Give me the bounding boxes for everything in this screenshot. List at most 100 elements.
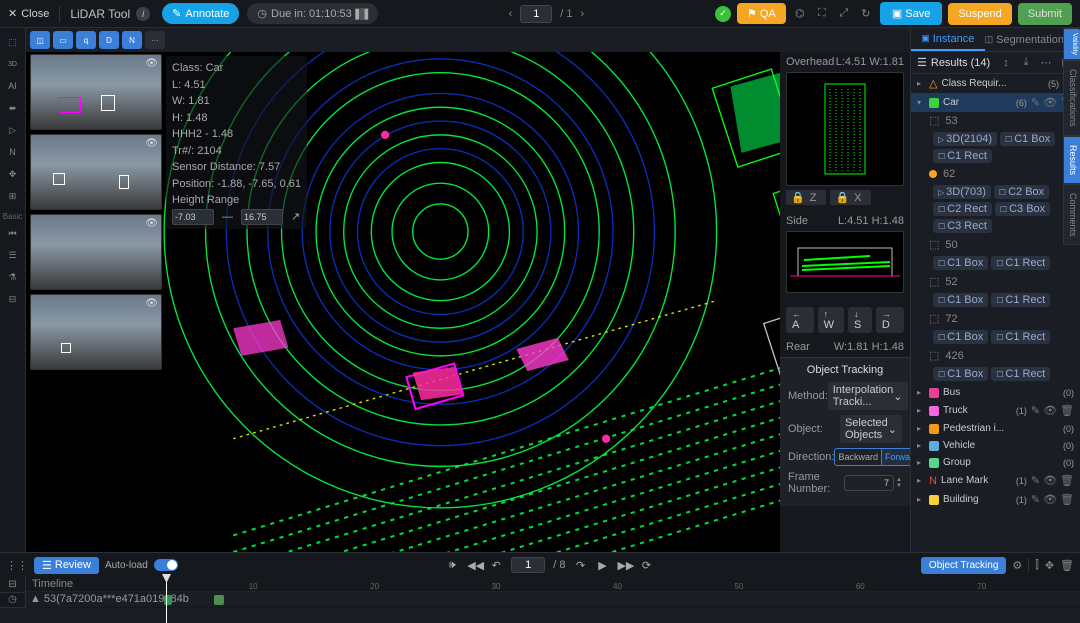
trash-icon[interactable]: 🗑 [1060,559,1074,572]
node-vehicle[interactable]: ▸Vehicle(0) [911,437,1080,454]
frame-input[interactable] [520,5,552,23]
delete-icon[interactable]: 🗑 [1060,474,1074,487]
node-truck[interactable]: ▸Truck(1)✎👁🗑 [911,401,1080,420]
grip-icon[interactable]: ⋮⋮ [6,559,28,572]
download-icon[interactable]: ⤓ [1018,56,1034,69]
edit-icon[interactable]: ✎ [1031,474,1040,487]
tool-play-icon[interactable]: ▷ [3,120,23,140]
edit-icon[interactable]: ✎ [1031,404,1040,417]
move2-icon[interactable]: ✥ [1045,559,1054,572]
eye-icon[interactable]: 👁 [1043,96,1057,109]
tag[interactable]: ☐ C1 Rect [933,149,992,163]
coord-a-input[interactable] [172,209,214,226]
tool-crosshair-icon[interactable]: ✥ [3,164,23,184]
instance-62[interactable]: 62 [911,166,1080,182]
refresh-icon[interactable]: ↻ [858,7,874,20]
tl-settings-icon[interactable]: ⊟ [0,577,25,593]
dir-a-button[interactable]: ← A [786,307,814,333]
shape-more-icon[interactable]: ⋯ [145,31,165,49]
tag[interactable]: ☐ C3 Rect [933,219,992,233]
tag[interactable]: ☐ C1 Box [933,367,988,381]
frame-number-input[interactable] [844,475,894,491]
shape-d-icon[interactable]: D [99,31,119,49]
side-view[interactable] [786,231,904,293]
dir-d-button[interactable]: → D [876,307,904,333]
tool-adjust-icon[interactable]: ⊟ [3,289,23,309]
save-button[interactable]: ▣Save [880,2,942,25]
bug-icon[interactable]: ⌬ [792,7,808,20]
dir-w-button[interactable]: ↑ W [818,307,844,333]
prev-frame-icon[interactable]: ‹ [509,8,513,20]
tag[interactable]: ☐ C1 Rect [991,256,1050,270]
tag[interactable]: ☐ C2 Box [994,185,1049,199]
timeline-segment[interactable] [214,595,224,605]
shape-n-icon[interactable]: N [122,31,142,49]
camera-thumb-1[interactable]: 👁 [30,54,162,130]
eye-icon[interactable]: 👁 [145,298,158,309]
node-building[interactable]: ▸Building(1)✎👁🗑 [911,490,1080,509]
tool-move-icon[interactable]: ⬌ [3,98,23,118]
instance-53[interactable]: ⬚53 [911,112,1080,129]
eye-icon[interactable]: 👁 [145,58,158,69]
tool-ai-icon[interactable]: AI [3,76,23,96]
tag[interactable]: ☐ C1 Box [933,330,988,344]
forward-button[interactable]: Forward [881,448,910,466]
review-button[interactable]: ☰Review [34,557,99,574]
lidar-canvas[interactable]: 👁 👁 👁 👁 Class: Car [26,52,910,552]
tag[interactable]: ☐ C1 Rect [991,293,1050,307]
node-lane[interactable]: ▸NLane Mark(1)✎👁🗑 [911,471,1080,490]
tag[interactable]: ☐ C1 Box [933,256,988,270]
shape-cube-icon[interactable]: ◫ [30,31,50,49]
eye-icon[interactable]: 👁 [1043,493,1057,506]
eye-icon[interactable]: 👁 [145,138,158,149]
submit-button[interactable]: Submit [1018,3,1072,25]
volume-icon[interactable]: 🕪 [445,559,459,572]
object-tracking-button[interactable]: Object Tracking [921,557,1006,574]
tl-clock-icon[interactable]: ◷ [0,593,25,609]
fullscreen-icon[interactable]: ⤢ [836,7,852,20]
dir-s-button[interactable]: ↓ S [848,307,872,333]
tag[interactable]: ☐ C2 Rect [933,202,992,216]
next-frame-icon[interactable]: › [581,8,585,20]
tool-filter-icon[interactable]: ⚗ [3,267,23,287]
camera-thumb-3[interactable]: 👁 [30,214,162,290]
node-group[interactable]: ▸Group(0) [911,454,1080,471]
next-icon[interactable]: ▶▶ [617,559,631,572]
expand-icon[interactable]: ⛶ [814,7,830,20]
info-icon[interactable]: i [136,7,150,21]
play-icon[interactable]: ▶ [595,559,609,572]
playhead[interactable] [166,577,167,623]
tag[interactable]: ☐ C3 Box [995,202,1050,216]
step-fwd-icon[interactable]: ↷ [573,559,587,572]
overhead-view[interactable] [786,72,904,186]
timeline-frame-input[interactable] [511,557,545,573]
node-bus[interactable]: ▸Bus(0) [911,384,1080,401]
coord-b-input[interactable] [241,209,283,226]
gear-icon[interactable]: ⚙ [1012,559,1022,572]
camera-thumb-4[interactable]: 👁 [30,294,162,370]
node-car[interactable]: ▾ Car (6) ✎👁🗑 [911,93,1080,112]
step-back-icon[interactable]: ↶ [489,559,503,572]
close-button[interactable]: ✕ Close [8,7,49,20]
auto-load-toggle[interactable] [154,559,178,571]
tool-menu-icon[interactable]: ☰ [3,245,23,265]
lock-z-button[interactable]: 🔒Z [786,190,826,205]
annotate-button[interactable]: ✎ Annotate [162,3,239,24]
delete-icon[interactable]: 🗑 [1060,493,1074,506]
timeline-track[interactable]: ▲53(7a7200a***e471a019a84b [26,591,1080,607]
split-icon[interactable]: ⫿ [1035,559,1039,572]
tab-segmentation[interactable]: ◫ Segmentation [985,28,1064,51]
tag[interactable]: ☐ C1 Box [1000,132,1055,146]
node-ped[interactable]: ▸Pedestrian i...(0) [911,420,1080,437]
tool-grid-icon[interactable]: ⊞ [3,186,23,206]
shape-point-icon[interactable]: q [76,31,96,49]
frame-stepper[interactable]: ▲▼ [896,477,902,489]
tag[interactable]: ☐ C1 Box [933,293,988,307]
tool-skip-icon[interactable]: ⏮ [3,223,23,243]
prev-icon[interactable]: ◀◀ [467,559,481,572]
suspend-button[interactable]: Suspend [948,3,1011,25]
tool-3d-label[interactable]: 3D [3,54,23,74]
tag[interactable]: ☐ C1 Rect [991,330,1050,344]
side-tab-validity[interactable]: Validity [1063,28,1080,60]
pause-icon[interactable]: ❚❚ [356,8,368,20]
